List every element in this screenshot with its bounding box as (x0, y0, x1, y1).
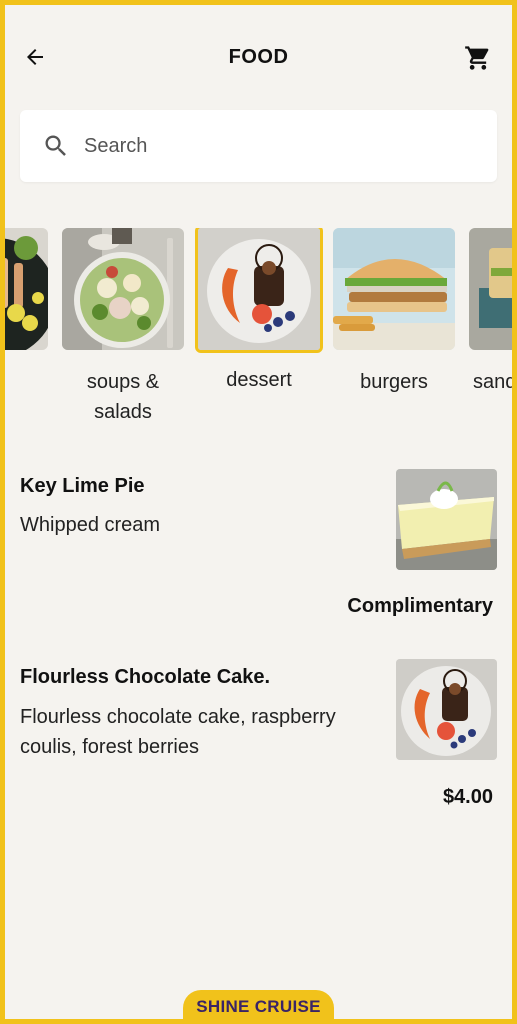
category-burgers[interactable]: burgers (333, 228, 455, 397)
menu-item-key-lime-pie[interactable]: Key Lime Pie Whipped cream Complimentary (0, 460, 517, 625)
search-input[interactable] (84, 126, 474, 166)
category-dessert[interactable]: dessert (195, 228, 323, 395)
search-icon (45, 135, 66, 156)
appetizer-plate-image (0, 228, 48, 350)
sandwich-image (469, 228, 517, 350)
dessert-plate-image (198, 228, 320, 350)
burger-image (333, 228, 455, 350)
category-soups-salads[interactable]: soups & salads (62, 228, 184, 427)
item-name: Key Lime Pie (20, 475, 145, 497)
category-label: dessert (226, 369, 292, 391)
page-title: FOOD (228, 46, 289, 68)
menu-item-flourless-chocolate-cake[interactable]: Flourless Chocolate Cake. Flourless choc… (0, 650, 517, 820)
category-label-line: s & (0, 367, 48, 397)
category-image (195, 228, 323, 353)
item-image (396, 659, 497, 760)
category-label: s & s (0, 367, 48, 427)
category-appetizers[interactable]: s & s (0, 228, 48, 427)
category-label: sand (473, 371, 517, 393)
item-name: Flourless Chocolate Cake. (20, 666, 271, 688)
category-image (62, 228, 184, 350)
category-label: soups & salads (62, 367, 184, 427)
item-price: $4.00 (442, 786, 493, 808)
shopping-cart-icon (465, 46, 489, 70)
category-label-line: s (0, 397, 48, 427)
category-image (469, 228, 517, 350)
category-image (0, 228, 48, 350)
cart-button[interactable] (462, 42, 494, 74)
category-carousel[interactable]: s & s soups & (0, 228, 517, 438)
category-sandwiches[interactable]: sand (469, 228, 517, 397)
item-description: Whipped cream (20, 514, 161, 536)
search-bar[interactable] (20, 110, 497, 182)
top-bar: FOOD (0, 0, 517, 110)
category-label-line: soups & (86, 371, 160, 393)
salad-bowl-image (62, 228, 184, 350)
item-image (396, 469, 497, 570)
key-lime-pie-image (396, 469, 497, 570)
chocolate-cake-image (396, 659, 497, 760)
category-label: burgers (360, 371, 428, 393)
brand-tab[interactable]: SHINE CRUISE (183, 990, 334, 1024)
category-label-line: salads (94, 401, 152, 423)
category-image (333, 228, 455, 350)
item-price: Complimentary (347, 595, 493, 617)
item-description: Flourless chocolate cake, raspberry coul… (20, 706, 336, 758)
